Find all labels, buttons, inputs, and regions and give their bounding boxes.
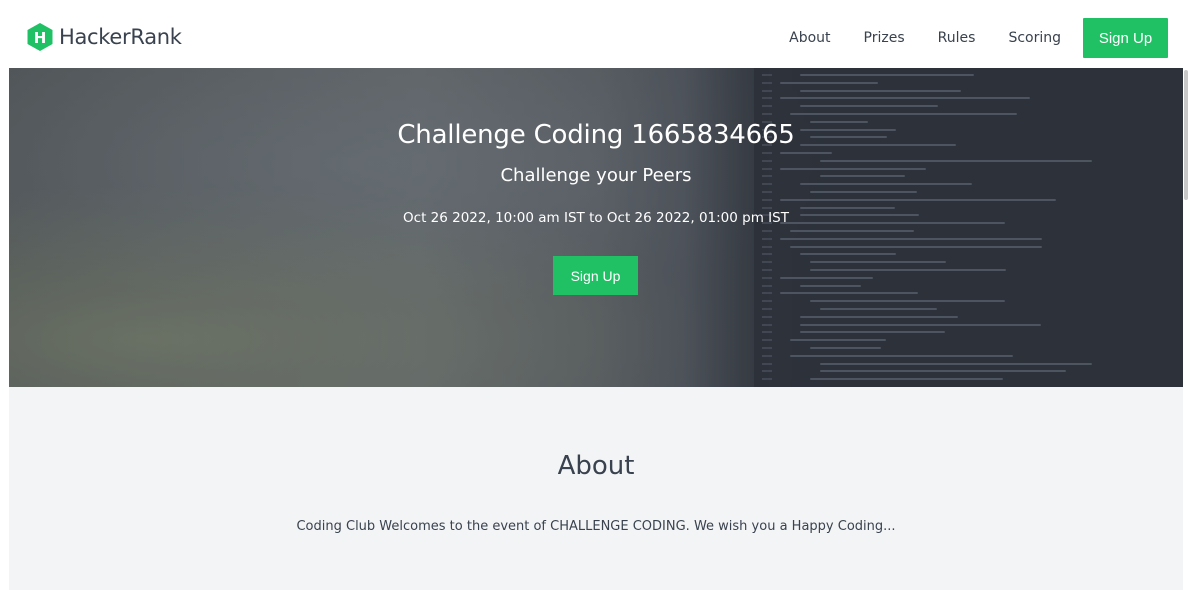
header-signup-button[interactable]: Sign Up — [1083, 18, 1168, 58]
about-heading: About — [557, 451, 635, 481]
contest-date-range: Oct 26 2022, 10:00 am IST to Oct 26 2022… — [403, 210, 789, 226]
hero-overlay — [9, 68, 1183, 387]
hero-signup-button[interactable]: Sign Up — [553, 256, 638, 295]
svg-text:H: H — [34, 29, 47, 47]
main-nav: About Prizes Rules Scoring Sign Up — [789, 18, 1168, 58]
nav-link-scoring[interactable]: Scoring — [1008, 19, 1061, 57]
page-scrollbar[interactable] — [1183, 0, 1188, 590]
top-header: H HackerRank About Prizes Rules Scoring … — [0, 0, 1188, 68]
contest-subtitle: Challenge your Peers — [500, 165, 692, 186]
nav-link-about[interactable]: About — [789, 19, 830, 57]
nav-link-prizes[interactable]: Prizes — [864, 19, 905, 57]
about-description: Coding Club Welcomes to the event of CHA… — [296, 519, 896, 534]
hero-banner: Challenge Coding 1665834665 Challenge yo… — [9, 68, 1183, 387]
nav-link-rules[interactable]: Rules — [938, 19, 976, 57]
contest-title: Challenge Coding 1665834665 — [397, 120, 795, 150]
about-section: About Coding Club Welcomes to the event … — [9, 387, 1183, 590]
hackerrank-logo[interactable]: H HackerRank — [26, 22, 182, 52]
hackerrank-hexagon-icon: H — [27, 23, 53, 51]
brand-name: HackerRank — [59, 25, 182, 49]
scrollbar-thumb[interactable] — [1184, 70, 1188, 200]
